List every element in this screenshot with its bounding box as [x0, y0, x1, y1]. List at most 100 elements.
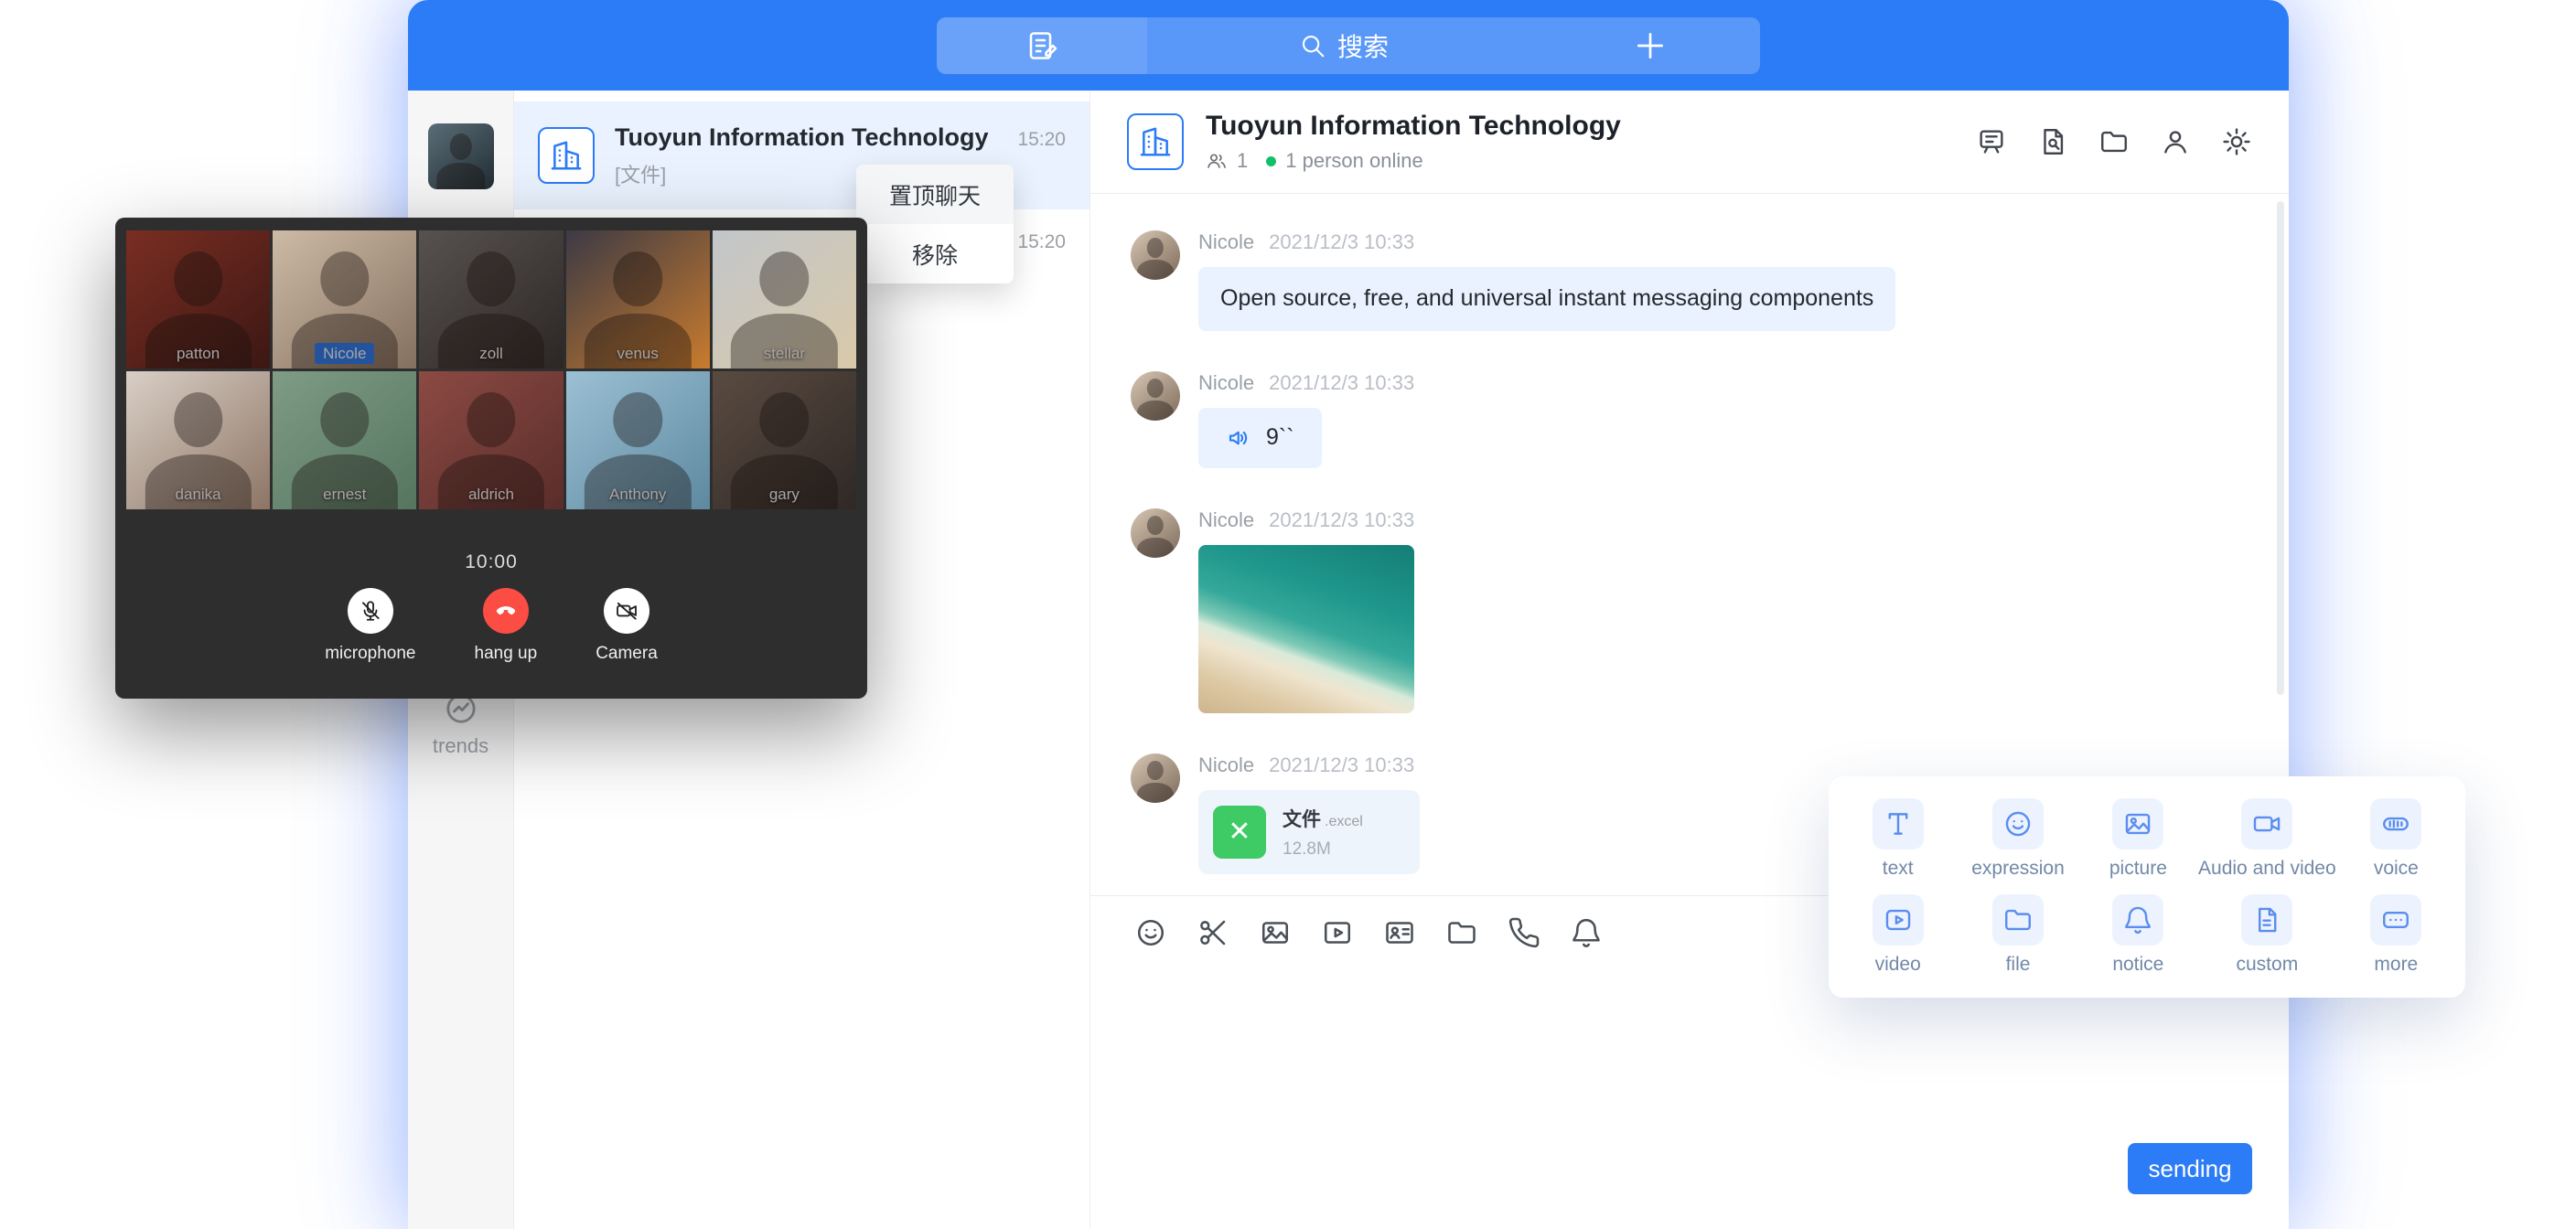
- feature-text[interactable]: text: [1838, 791, 1958, 887]
- feature-label: custom: [2237, 954, 2299, 976]
- file-ext: .excel: [1325, 814, 1363, 829]
- user-avatar[interactable]: [428, 123, 494, 189]
- participant-video: Anthony: [566, 371, 710, 509]
- hang-up-icon: [494, 599, 518, 623]
- call-controls: microphone hang up Camera: [126, 588, 856, 664]
- message-type-panel: text expression picture Audio and video …: [1829, 776, 2465, 998]
- building-icon: [549, 138, 584, 173]
- file-size: 12.8M: [1283, 839, 1363, 860]
- sender-avatar[interactable]: [1131, 753, 1180, 803]
- feature-label: text: [1883, 858, 1914, 880]
- feature-custom[interactable]: custom: [2198, 887, 2336, 983]
- feature-label: expression: [1971, 858, 2065, 880]
- online-text: 1 person online: [1285, 149, 1422, 173]
- menu-item-pin-chat[interactable]: 置顶聊天: [856, 165, 1014, 224]
- scrollbar[interactable]: [2277, 201, 2284, 695]
- video-call-window: patton Nicole zoll venus stellar danika …: [115, 218, 867, 699]
- participant-video: Nicole: [273, 230, 416, 369]
- call-icon[interactable]: [1508, 916, 1540, 949]
- voice-message-bubble[interactable]: 9``: [1198, 408, 1322, 468]
- card-icon[interactable]: [1383, 916, 1416, 949]
- member-icon[interactable]: [2160, 126, 2191, 157]
- volume-icon: [1226, 424, 1253, 452]
- sender-avatar[interactable]: [1131, 508, 1180, 558]
- add-button[interactable]: [1540, 17, 1760, 74]
- notice-bell-icon: [2122, 904, 2153, 935]
- feature-video[interactable]: video: [1838, 887, 1958, 983]
- beach-photo-message[interactable]: [1198, 545, 1414, 713]
- folder-icon[interactable]: [2098, 126, 2130, 157]
- sender-name: Nicole: [1198, 371, 1254, 395]
- feature-voice[interactable]: voice: [2336, 791, 2456, 887]
- participant-name: aldrich: [468, 486, 514, 503]
- message-voice: Nicole 2021/12/3 10:33 9``: [1131, 371, 2289, 468]
- chat-header-actions: [1976, 126, 2252, 157]
- more-dots-icon: [2380, 904, 2411, 935]
- participant-name: ernest: [323, 486, 366, 503]
- participant-video: ernest: [273, 371, 416, 509]
- custom-doc-icon: [2251, 904, 2282, 935]
- desktop: 搜索 trends: [0, 0, 2576, 1229]
- file-icon[interactable]: [1445, 916, 1478, 949]
- notification-icon[interactable]: [1570, 916, 1603, 949]
- members-icon: [1206, 150, 1228, 172]
- sender-avatar[interactable]: [1131, 371, 1180, 421]
- chat-header-text: Tuoyun Information Technology 1 1 person…: [1206, 111, 1621, 173]
- doc-search-icon[interactable]: [2037, 126, 2068, 157]
- feature-picture[interactable]: picture: [2078, 791, 2198, 887]
- feature-label: Audio and video: [2198, 858, 2336, 880]
- building-icon: [1138, 124, 1173, 159]
- search-input[interactable]: 搜索: [1147, 17, 1540, 74]
- feature-file[interactable]: file: [1958, 887, 2077, 983]
- image-icon[interactable]: [1259, 916, 1292, 949]
- excel-x-glyph: ✕: [1228, 816, 1250, 848]
- chat-header: Tuoyun Information Technology 1 1 person…: [1090, 91, 2289, 194]
- sender-name: Nicole: [1198, 753, 1254, 777]
- create-note-button[interactable]: [937, 17, 1147, 74]
- settings-icon[interactable]: [2221, 126, 2252, 157]
- control-label: hang up: [475, 644, 538, 664]
- control-label: microphone: [325, 644, 415, 664]
- note-edit-icon: [1025, 29, 1058, 62]
- video-play-icon: [1883, 904, 1914, 935]
- feature-expression[interactable]: expression: [1958, 791, 2077, 887]
- video-icon[interactable]: [1321, 916, 1354, 949]
- org-avatar: [538, 127, 595, 184]
- send-button[interactable]: sending: [2128, 1143, 2252, 1194]
- microphone-toggle-button[interactable]: [348, 588, 393, 634]
- emoji-icon[interactable]: [1134, 916, 1167, 949]
- screenshot-icon[interactable]: [1197, 916, 1229, 949]
- feature-label: video: [1875, 954, 1921, 976]
- participant-name: Nicole: [315, 343, 374, 364]
- announcement-icon[interactable]: [1976, 126, 2007, 157]
- message-time: 2021/12/3 10:33: [1269, 753, 1414, 777]
- menu-item-remove[interactable]: 移除: [856, 224, 1014, 283]
- participant-name: Anthony: [609, 486, 666, 503]
- conversation-time: 15:20: [1017, 129, 1066, 151]
- participant-name: danika: [176, 486, 221, 503]
- feature-label: file: [2006, 954, 2031, 976]
- sidebar-item-trends[interactable]: trends: [408, 690, 513, 758]
- participant-video: patton: [126, 230, 270, 369]
- participant-name: gary: [769, 486, 800, 503]
- hang-up-button[interactable]: [483, 588, 529, 634]
- feature-notice[interactable]: notice: [2078, 887, 2198, 983]
- voice-duration: 9``: [1266, 422, 1294, 454]
- participant-name: patton: [177, 345, 220, 362]
- participant-video: zoll: [419, 230, 563, 369]
- search-placeholder: 搜索: [1337, 27, 1389, 64]
- feature-more[interactable]: more: [2336, 887, 2456, 983]
- trends-label: trends: [433, 734, 488, 758]
- expression-icon: [2002, 808, 2034, 839]
- feature-label: notice: [2112, 954, 2163, 976]
- camera-toggle-button[interactable]: [604, 588, 649, 634]
- control-label: Camera: [596, 644, 658, 664]
- excel-file-icon: ✕: [1213, 806, 1266, 859]
- file-message-card[interactable]: ✕ 文件.excel 12.8M: [1198, 790, 1420, 874]
- message-input[interactable]: [1090, 964, 2289, 1229]
- feature-audio-video[interactable]: Audio and video: [2198, 791, 2336, 887]
- sender-avatar[interactable]: [1131, 230, 1180, 280]
- text-message-bubble: Open source, free, and universal instant…: [1198, 267, 1895, 331]
- message-time: 2021/12/3 10:33: [1269, 508, 1414, 532]
- chat-subtitle: 1 1 person online: [1206, 149, 1621, 173]
